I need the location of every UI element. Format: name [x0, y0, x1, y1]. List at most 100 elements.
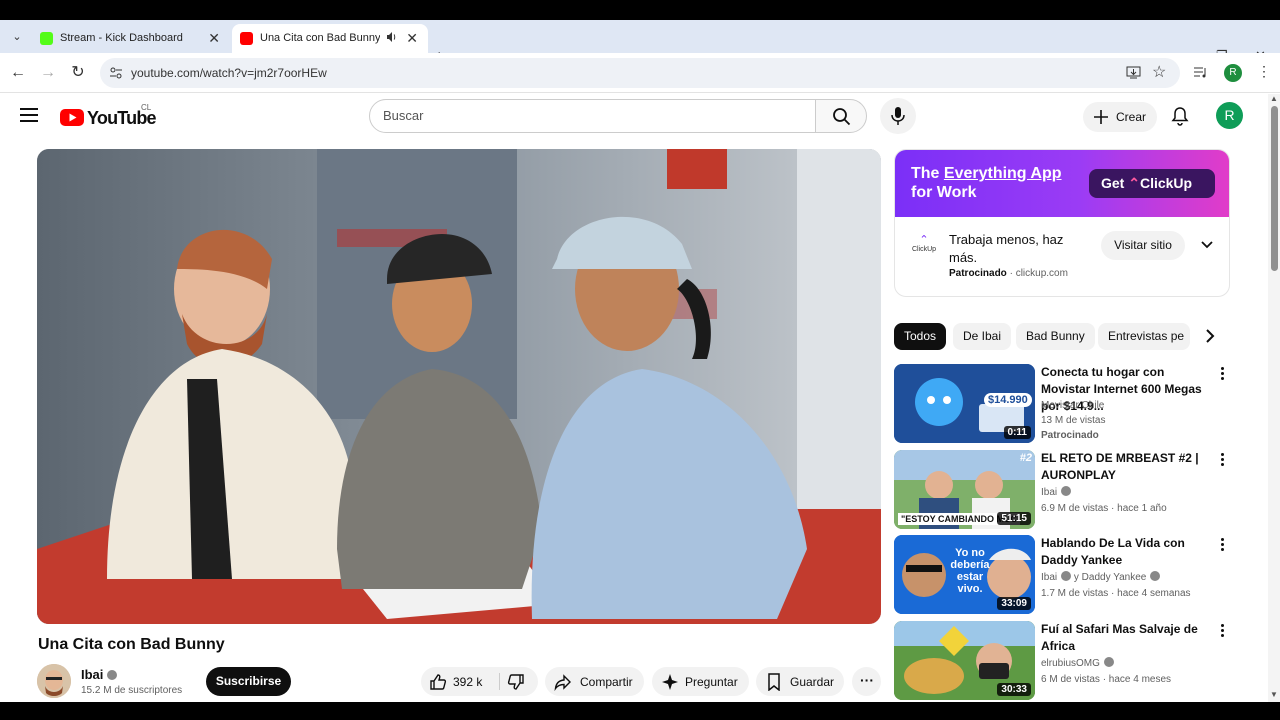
tab-close-icon[interactable]: ✕: [406, 30, 418, 46]
sponsored-label: Patrocinado: [949, 268, 1007, 279]
youtube-logo[interactable]: YouTube CL: [60, 103, 160, 129]
tab-kick[interactable]: Stream - Kick Dashboard ✕: [32, 24, 230, 53]
channel-name[interactable]: Ibai: [81, 667, 118, 682]
video-thumbnail[interactable]: #2 "ESTOY CAMBIANDO MUC 51:15: [894, 450, 1035, 529]
video-title: EL RETO DE MRBEAST #2 | AURONPLAY: [1041, 451, 1199, 482]
search-box[interactable]: [369, 99, 816, 133]
notifications-bell-icon[interactable]: [1170, 106, 1190, 126]
chip-bad-bunny[interactable]: Bad Bunny: [1016, 323, 1095, 350]
ad-logo-text: ClickUp: [911, 246, 937, 253]
voice-search-button[interactable]: [880, 98, 916, 134]
like-button[interactable]: 392 k: [421, 667, 499, 696]
duration-badge: 30:33: [997, 683, 1031, 696]
youtube-play-icon: [60, 109, 84, 126]
thumbs-up-icon: [430, 674, 447, 690]
more-vert-icon[interactable]: [1220, 453, 1226, 467]
video-player[interactable]: [37, 149, 881, 624]
tab-close-icon[interactable]: ✕: [208, 30, 220, 46]
scroll-up-icon[interactable]: ▲: [1270, 94, 1278, 103]
chrome-menu-icon[interactable]: ⋮: [1257, 63, 1271, 80]
share-button[interactable]: Compartir: [545, 667, 644, 696]
channel-name: Ibai: [1041, 485, 1072, 500]
share-icon: [554, 674, 571, 691]
url-text: youtube.com/watch?v=jm2r7oorHEw: [131, 66, 327, 80]
search-input[interactable]: [383, 108, 783, 123]
video-thumbnail[interactable]: 30:33: [894, 621, 1035, 700]
scroll-down-icon[interactable]: ▼: [1270, 690, 1278, 699]
channel-avatar[interactable]: [37, 664, 71, 698]
save-button[interactable]: Guardar: [756, 667, 844, 696]
episode-badge: #2: [1019, 452, 1032, 464]
video-thumbnail[interactable]: $14.990 0:11: [894, 364, 1035, 443]
chevron-down-icon[interactable]: [1200, 238, 1214, 252]
more-actions-button[interactable]: ···: [852, 667, 881, 696]
ad-headline-plain: The: [911, 165, 944, 182]
ad-cta-brand: ClickUp: [1139, 175, 1193, 191]
address-bar[interactable]: youtube.com/watch?v=jm2r7oorHEw: [100, 58, 1180, 88]
install-app-icon[interactable]: [1126, 65, 1141, 80]
recommendation-item[interactable]: $14.990 0:11 Conecta tu hogar con Movist…: [894, 364, 1234, 444]
chip-entrevistas[interactable]: Entrevistas pe: [1098, 323, 1190, 350]
recommendation-item[interactable]: 30:33 Fuí al Safari Mas Salvaje de Afric…: [894, 621, 1234, 701]
sponsored-ad-card[interactable]: The Everything App for Work Get ⌃ClickUp …: [894, 149, 1230, 297]
duration-badge: 33:09: [997, 597, 1031, 610]
ask-button[interactable]: Preguntar: [652, 667, 749, 696]
tab-search-icon[interactable]: ⌄: [8, 28, 26, 46]
thumbnail-overlay-text: Yo no debería estar vivo.: [950, 547, 990, 595]
visit-site-button[interactable]: Visitar sitio: [1101, 231, 1185, 260]
more-vert-icon[interactable]: [1220, 624, 1226, 638]
page-scrollbar[interactable]: ▲ ▼: [1268, 94, 1280, 702]
scrollbar-thumb[interactable]: [1271, 106, 1278, 271]
ad-get-clickup-button[interactable]: Get ⌃ClickUp: [1089, 169, 1215, 198]
like-dislike-group: 392 k: [421, 667, 538, 696]
account-avatar[interactable]: R: [1216, 102, 1243, 129]
sponsored-label: Patrocinado: [1041, 430, 1099, 441]
media-control-icon[interactable]: [1193, 65, 1208, 80]
video-thumbnail[interactable]: Yo no debería estar vivo. 33:09: [894, 535, 1035, 614]
channel-name: elrubiusOMG: [1041, 656, 1114, 671]
recommendation-item[interactable]: #2 "ESTOY CAMBIANDO MUC 51:15 EL RETO DE…: [894, 450, 1234, 530]
channel-name-text: Ibai: [1041, 572, 1058, 583]
like-count: 392 k: [453, 675, 483, 689]
tab-youtube[interactable]: Una Cita con Bad Bunny - YouTube ✕: [232, 24, 428, 53]
chevron-right-icon[interactable]: [1200, 326, 1220, 346]
audio-playing-icon[interactable]: [386, 31, 398, 43]
ad-headline: The Everything App for Work: [911, 164, 1062, 202]
verified-icon: [1061, 571, 1072, 581]
subscriber-count: 15.2 M de suscriptores: [81, 685, 183, 696]
chip-todos[interactable]: Todos: [894, 323, 947, 350]
search-button[interactable]: [815, 99, 867, 133]
ad-sponsor-line: Patrocinado · clickup.com: [949, 268, 1068, 279]
bookmark-star-icon[interactable]: ☆: [1152, 62, 1166, 82]
recommendation-item[interactable]: Yo no debería estar vivo. 33:09 Hablando…: [894, 535, 1234, 615]
site-info-icon[interactable]: [109, 66, 123, 80]
create-button[interactable]: Crear: [1083, 102, 1157, 132]
ad-banner[interactable]: The Everything App for Work Get ⌃ClickUp: [895, 150, 1229, 217]
subscribe-button[interactable]: Suscribirse: [206, 667, 291, 696]
tab-title: Una Cita con Bad Bunny - YouTube: [260, 32, 380, 44]
chrome-profile-avatar[interactable]: R: [1224, 64, 1242, 82]
ad-text: Trabaja menos, haz más.: [949, 232, 1064, 265]
back-icon[interactable]: ←: [8, 63, 28, 83]
share-label: Compartir: [580, 675, 633, 689]
save-label: Guardar: [790, 675, 835, 689]
ask-label: Preguntar: [685, 675, 738, 689]
video-title: Fuí al Safari Mas Salvaje de Africa: [1041, 622, 1198, 653]
menu-hamburger-icon[interactable]: [20, 108, 38, 122]
dislike-button[interactable]: [501, 667, 538, 696]
divider: [499, 673, 500, 690]
clickup-logo: ⌃ ClickUp: [909, 233, 939, 259]
tab-title: Stream - Kick Dashboard: [60, 32, 183, 44]
video-frame-image: [37, 149, 881, 624]
more-vert-icon[interactable]: [1220, 367, 1226, 381]
forward-icon[interactable]: →: [38, 63, 58, 83]
video-stats: 13 M de vistas: [1041, 415, 1106, 426]
chip-de-ibai[interactable]: De Ibai: [953, 323, 1012, 350]
reload-icon[interactable]: ↻: [68, 63, 88, 83]
screen-top-border: [0, 0, 1280, 20]
ad-domain: clickup.com: [1015, 268, 1068, 279]
clickup-logo-icon: ⌃: [1128, 175, 1140, 191]
video-stats: 6.9 M de vistas · hace 1 año: [1041, 503, 1167, 514]
verified-icon: [1061, 486, 1072, 496]
more-vert-icon[interactable]: [1220, 538, 1226, 552]
